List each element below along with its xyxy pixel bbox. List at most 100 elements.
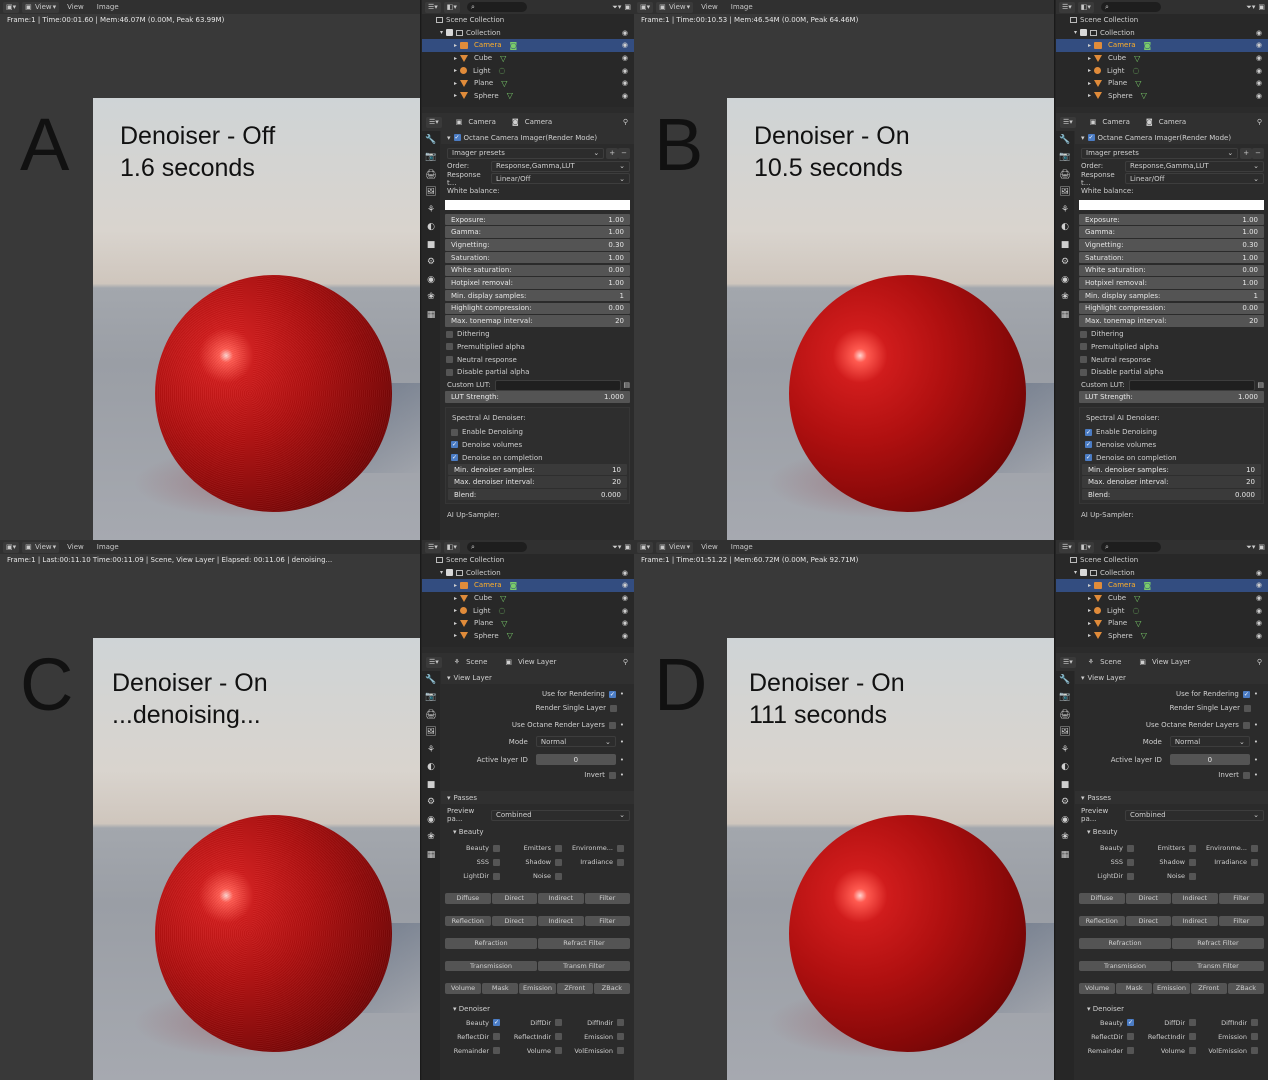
menu-view[interactable]: View bbox=[696, 543, 723, 551]
slider-max--tonemap-interval-[interactable]: Max. tonemap interval: 20 bbox=[445, 315, 630, 327]
outliner-scene-collection[interactable]: Scene Collection bbox=[1056, 554, 1268, 567]
denoiser-checkbox-row[interactable]: ✓ Denoise volumes bbox=[1080, 439, 1263, 452]
collapse-icon[interactable]: ▾ bbox=[1087, 828, 1091, 836]
outliner-item-light[interactable]: ▸ Light ◌ ◉ bbox=[422, 604, 634, 617]
eye-icon[interactable]: ◉ bbox=[622, 594, 628, 602]
tab-physics-icon[interactable]: ◉ bbox=[1056, 811, 1074, 829]
collapse-icon[interactable]: ▾ bbox=[453, 1005, 457, 1013]
slider-highlight-compression-[interactable]: Highlight compression: 0.00 bbox=[445, 302, 630, 315]
tab-view-layer-icon[interactable]: 🖼 bbox=[422, 724, 440, 742]
tab-object-data-icon[interactable]: ❀ bbox=[422, 829, 440, 847]
collapse-icon[interactable]: ▾ bbox=[447, 134, 451, 142]
eye-icon[interactable]: ◉ bbox=[622, 569, 628, 577]
tab-modifiers-icon[interactable]: ⚙ bbox=[422, 794, 440, 812]
checkbox[interactable] bbox=[555, 1019, 562, 1026]
checkbox[interactable] bbox=[617, 1047, 624, 1054]
pass-button[interactable]: Mask bbox=[482, 983, 519, 994]
checkbox[interactable] bbox=[446, 330, 453, 338]
object-data-icon[interactable]: ▽ bbox=[507, 631, 513, 640]
checkbox[interactable] bbox=[1251, 1019, 1258, 1026]
display-mode-icon[interactable]: ◧▾ bbox=[443, 541, 460, 553]
display-mode-icon[interactable]: ◧▾ bbox=[443, 1, 460, 13]
expand-icon[interactable]: ▸ bbox=[454, 67, 457, 74]
invert-row[interactable]: Invert • bbox=[1075, 768, 1268, 782]
denoiser-checkbox-row[interactable]: ✓ Enable Denoising bbox=[1080, 426, 1263, 439]
pass-button[interactable]: Refraction bbox=[1079, 938, 1171, 949]
editor-type-icon[interactable]: ☰▾ bbox=[1059, 1, 1075, 13]
checkbox-row[interactable]: Premultiplied alpha bbox=[1075, 341, 1268, 354]
new-collection-icon[interactable]: ▣ bbox=[624, 543, 631, 551]
tab-object-icon[interactable]: ■ bbox=[1056, 776, 1074, 794]
checkbox[interactable] bbox=[610, 704, 617, 712]
pass-button[interactable]: Filter bbox=[584, 915, 630, 926]
custom-lut-input[interactable] bbox=[1128, 379, 1256, 391]
tab-render-icon[interactable]: 📷 bbox=[1056, 689, 1074, 707]
pass-button[interactable]: Filter bbox=[1218, 893, 1264, 904]
pass-button[interactable]: Reflection bbox=[445, 915, 491, 926]
filter-icon[interactable]: ⏷▾ bbox=[1246, 543, 1255, 552]
menu-image[interactable]: Image bbox=[726, 543, 758, 551]
collapse-icon[interactable]: ▾ bbox=[447, 674, 451, 682]
tab-physics-icon[interactable]: ◉ bbox=[1056, 271, 1074, 289]
add-preset-button[interactable]: + bbox=[606, 147, 619, 159]
outliner-item-cube[interactable]: ▸ Cube ▽ ◉ bbox=[422, 592, 634, 605]
eye-icon[interactable]: ◉ bbox=[1256, 54, 1262, 62]
ai-upsampler-row[interactable]: AI Up-Sampler: bbox=[1075, 508, 1268, 521]
tab-modifiers-icon[interactable]: ⚙ bbox=[1056, 254, 1074, 272]
slider-vignetting-[interactable]: Vignetting: 0.30 bbox=[1079, 239, 1264, 251]
menu-view[interactable]: View bbox=[62, 543, 89, 551]
checkbox[interactable] bbox=[617, 844, 624, 852]
denoiser-subsection[interactable]: ▾ Denoiser bbox=[441, 1002, 634, 1016]
eye-icon[interactable]: ◉ bbox=[1256, 79, 1262, 87]
outliner-search-input[interactable]: ⌕ bbox=[1100, 542, 1161, 552]
pass-button[interactable]: Direct bbox=[1125, 915, 1171, 926]
display-mode-icon[interactable]: ◧▾ bbox=[1077, 1, 1094, 13]
outliner-collection[interactable]: ▾ Collection ◉ bbox=[1056, 27, 1268, 40]
eye-icon[interactable]: ◉ bbox=[1256, 619, 1262, 627]
pass-button[interactable]: Filter bbox=[584, 893, 630, 904]
pass-button[interactable]: Transm Filter bbox=[1172, 960, 1264, 971]
checkbox[interactable] bbox=[617, 1019, 624, 1026]
filter-icon[interactable]: ⏷▾ bbox=[612, 3, 621, 12]
tab-world-icon[interactable]: ◐ bbox=[422, 219, 440, 237]
slider-hotpixel-removal-[interactable]: Hotpixel removal: 1.00 bbox=[1079, 277, 1264, 289]
render-single-layer-row[interactable]: Render Single Layer bbox=[1075, 701, 1268, 715]
checkbox-row[interactable]: Neutral response bbox=[441, 353, 634, 366]
filter-icon[interactable]: ⏷▾ bbox=[612, 543, 621, 552]
eye-icon[interactable]: ◉ bbox=[622, 632, 628, 640]
expand-icon[interactable]: ▸ bbox=[454, 595, 457, 602]
section-passes[interactable]: ▾ Passes bbox=[441, 791, 634, 804]
checkbox[interactable]: ✓ bbox=[1085, 428, 1092, 436]
object-data-icon[interactable]: ▽ bbox=[501, 619, 507, 628]
pass-button[interactable]: Refract Filter bbox=[1172, 938, 1264, 949]
checkbox[interactable]: ✓ bbox=[1242, 690, 1250, 698]
checkbox[interactable] bbox=[1189, 872, 1196, 880]
menu-view[interactable]: View bbox=[696, 3, 723, 11]
checkbox[interactable] bbox=[555, 872, 562, 880]
expand-icon[interactable]: ▾ bbox=[440, 29, 443, 36]
checkbox[interactable] bbox=[555, 1047, 562, 1054]
editor-type-icon[interactable]: ☰▾ bbox=[426, 116, 442, 128]
collapse-icon[interactable]: ▾ bbox=[1081, 134, 1085, 142]
new-collection-icon[interactable]: ▣ bbox=[1258, 3, 1265, 11]
editor-type-icon[interactable]: ☰▾ bbox=[1059, 541, 1075, 553]
object-data-icon[interactable]: ▽ bbox=[1141, 631, 1147, 640]
slider-saturation-[interactable]: Saturation: 1.00 bbox=[1079, 251, 1264, 264]
checkbox[interactable] bbox=[1242, 721, 1250, 729]
expand-icon[interactable]: ▸ bbox=[454, 80, 457, 87]
outliner-item-plane[interactable]: ▸ Plane ▽ ◉ bbox=[422, 617, 634, 630]
new-collection-icon[interactable]: ▣ bbox=[1258, 543, 1265, 551]
pass-button[interactable]: Volume bbox=[1079, 983, 1116, 994]
tab-modifiers-icon[interactable]: ⚙ bbox=[422, 254, 440, 272]
checkbox[interactable] bbox=[555, 858, 562, 866]
checkbox[interactable] bbox=[1127, 1047, 1134, 1054]
checkbox-row[interactable]: Dithering bbox=[1075, 328, 1268, 341]
checkbox[interactable] bbox=[446, 343, 453, 351]
outliner-item-light[interactable]: ▸ Light ◌ ◉ bbox=[1056, 64, 1268, 77]
beauty-subsection[interactable]: ▾ Beauty bbox=[441, 823, 634, 841]
denoiser-checkbox-row[interactable]: Enable Denoising bbox=[446, 426, 629, 439]
pass-button[interactable]: Indirect bbox=[1172, 893, 1218, 904]
slider-hotpixel-removal-[interactable]: Hotpixel removal: 1.00 bbox=[445, 277, 630, 289]
tab-view-layer-icon[interactable]: 🖼 bbox=[1056, 184, 1074, 202]
outliner-item-sphere[interactable]: ▸ Sphere ▽ ◉ bbox=[422, 630, 634, 643]
